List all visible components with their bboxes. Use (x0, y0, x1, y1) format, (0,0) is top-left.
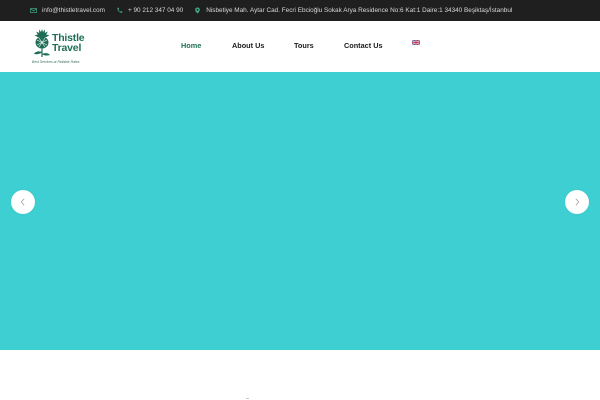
envelope-icon (30, 7, 37, 14)
content-divider (246, 398, 249, 399)
phone-text[interactable]: + 90 212 347 04 90 (128, 7, 183, 14)
main-navigation: Home About Us Tours Contact Us (0, 21, 600, 72)
chevron-left-icon (20, 198, 25, 206)
hero-slider[interactable] (0, 72, 600, 350)
slider-next-button[interactable] (565, 190, 589, 214)
nav-item-contact-us[interactable]: Contact Us (344, 41, 383, 50)
email-text[interactable]: info@thistletravel.com (42, 7, 105, 14)
phone-contact[interactable]: + 90 212 347 04 90 (116, 7, 183, 14)
nav-item-tours[interactable]: Tours (294, 41, 314, 50)
chevron-right-icon (575, 198, 580, 206)
nav-item-home[interactable]: Home (181, 41, 201, 50)
phone-icon (116, 7, 123, 14)
top-contact-bar: info@thistletravel.com + 90 212 347 04 9… (0, 0, 600, 21)
content-section (0, 350, 600, 400)
map-pin-icon (194, 7, 201, 14)
english-flag-icon[interactable] (412, 40, 420, 45)
slider-prev-button[interactable] (11, 190, 35, 214)
nav-item-about-us[interactable]: About Us (232, 41, 264, 50)
email-contact[interactable]: info@thistletravel.com (30, 7, 105, 14)
address-text: Nisbetiye Mah. Aytar Cad. Fecri Ebcioğlu… (206, 7, 513, 14)
site-header: Thistle Travel Best Services at Reliable… (0, 21, 600, 72)
address-contact: Nisbetiye Mah. Aytar Cad. Fecri Ebcioğlu… (194, 7, 512, 14)
